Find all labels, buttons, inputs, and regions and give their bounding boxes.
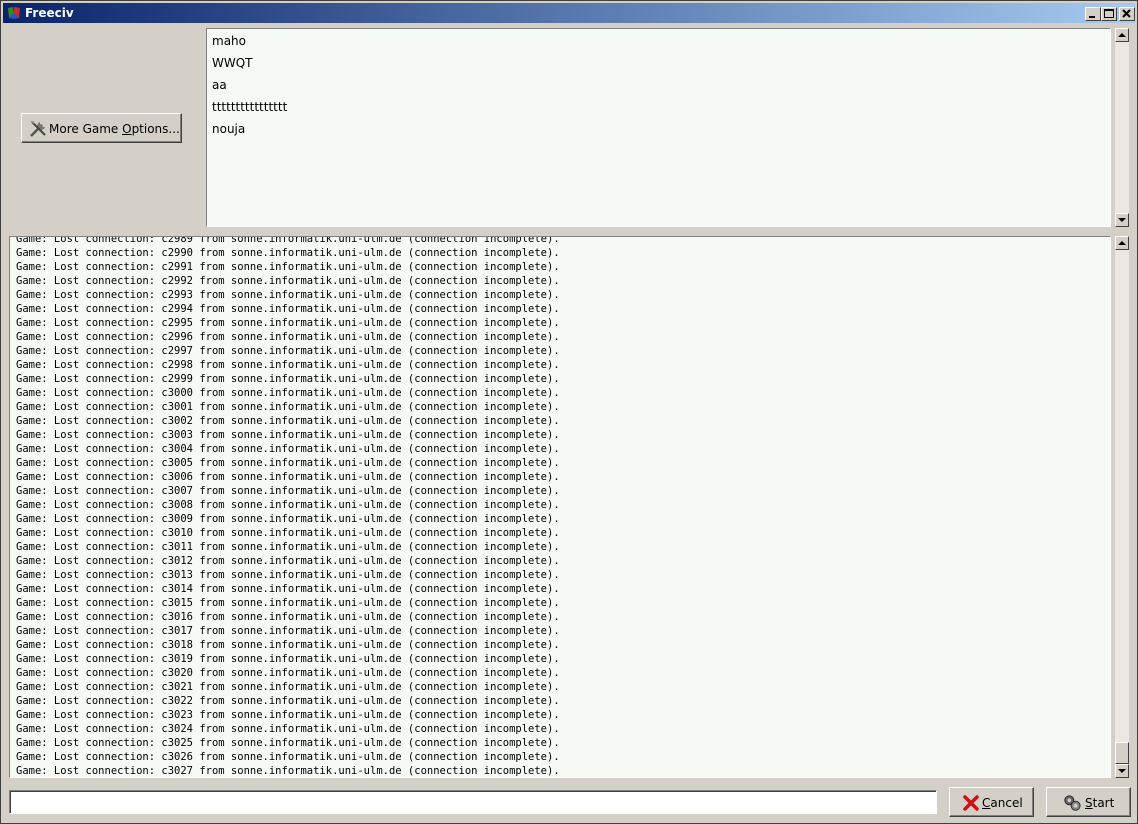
log-line: Game: Lost connection: c3003 from sonne.… [16, 429, 560, 441]
log-line: Game: Lost connection: c3001 from sonne.… [16, 401, 560, 413]
window-title: Freeciv [25, 6, 74, 20]
log-line: Game: Lost connection: c3002 from sonne.… [16, 415, 560, 427]
chat-log-lines: Game: Lost connection: c2989 from sonne.… [16, 236, 560, 777]
log-line: Game: Lost connection: c3016 from sonne.… [16, 611, 560, 623]
log-line: Game: Lost connection: c3022 from sonne.… [16, 695, 560, 707]
log-line: Game: Lost connection: c2997 from sonne.… [16, 345, 560, 357]
log-line: Game: Lost connection: c3014 from sonne.… [16, 583, 560, 595]
more-game-options-button[interactable]: More Game Options... [21, 113, 182, 143]
tools-icon [30, 121, 46, 137]
log-line: Game: Lost connection: c3027 from sonne.… [16, 765, 560, 777]
maximize-icon[interactable] [1101, 7, 1117, 21]
player-list[interactable]: maho WWQT aa tttttttttttttttt nouja [206, 28, 1111, 227]
log-line: Game: Lost connection: c3017 from sonne.… [16, 625, 560, 637]
scroll-down-icon[interactable] [1115, 213, 1129, 227]
player-list-scrollbar[interactable] [1115, 28, 1129, 227]
more-game-options-label: More Game Options... [49, 122, 180, 136]
log-line: Game: Lost connection: c3020 from sonne.… [16, 667, 560, 679]
log-line: Game: Lost connection: c2990 from sonne.… [16, 247, 560, 259]
log-line: Game: Lost connection: c2996 from sonne.… [16, 331, 560, 343]
chat-log[interactable]: Game: Lost connection: c2989 from sonne.… [9, 236, 1111, 778]
player-item[interactable]: tttttttttttttttt [212, 100, 287, 114]
log-line: Game: Lost connection: c3000 from sonne.… [16, 387, 560, 399]
log-line: Game: Lost connection: c3005 from sonne.… [16, 457, 560, 469]
scroll-thumb[interactable] [1115, 742, 1129, 764]
log-line: Game: Lost connection: c3007 from sonne.… [16, 485, 560, 497]
log-line: Game: Lost connection: c3006 from sonne.… [16, 471, 560, 483]
minimize-icon[interactable] [1085, 7, 1101, 21]
log-line: Game: Lost connection: c3023 from sonne.… [16, 709, 560, 721]
cancel-button[interactable]: Cancel [949, 787, 1034, 817]
log-line: Game: Lost connection: c2992 from sonne.… [16, 275, 560, 287]
log-line: Game: Lost connection: c3010 from sonne.… [16, 527, 560, 539]
scroll-down-icon[interactable] [1115, 764, 1129, 778]
log-line: Game: Lost connection: c3013 from sonne.… [16, 569, 560, 581]
log-line: Game: Lost connection: c2995 from sonne.… [16, 317, 560, 329]
player-item[interactable]: WWQT [212, 56, 253, 70]
log-line: Game: Lost connection: c2999 from sonne.… [16, 373, 560, 385]
scroll-up-icon[interactable] [1115, 236, 1129, 250]
log-line: Game: Lost connection: c2994 from sonne.… [16, 303, 560, 315]
chat-log-scrollbar[interactable] [1115, 236, 1129, 778]
log-line: Game: Lost connection: c3024 from sonne.… [16, 723, 560, 735]
start-button[interactable]: Start [1046, 787, 1131, 817]
log-line: Game: Lost connection: c2989 from sonne.… [16, 236, 560, 245]
command-input[interactable] [13, 794, 931, 810]
log-line: Game: Lost connection: c2998 from sonne.… [16, 359, 560, 371]
log-line: Game: Lost connection: c3021 from sonne.… [16, 681, 560, 693]
log-line: Game: Lost connection: c3019 from sonne.… [16, 653, 560, 665]
log-line: Game: Lost connection: c3004 from sonne.… [16, 443, 560, 455]
scroll-up-icon[interactable] [1115, 28, 1129, 42]
start-label: Start [1085, 796, 1115, 810]
log-line: Game: Lost connection: c3011 from sonne.… [16, 541, 560, 553]
freeciv-app-icon [8, 7, 20, 19]
command-input-frame[interactable] [9, 790, 937, 814]
log-line: Game: Lost connection: c3008 from sonne.… [16, 499, 560, 511]
red-x-icon [963, 795, 979, 811]
cancel-label: Cancel [982, 796, 1023, 810]
log-line: Game: Lost connection: c3015 from sonne.… [16, 597, 560, 609]
player-item[interactable]: maho [212, 34, 246, 48]
log-line: Game: Lost connection: c3018 from sonne.… [16, 639, 560, 651]
freeciv-window: Freeciv More Game Options... maho WWQT a… [0, 0, 1138, 824]
player-item[interactable]: nouja [212, 122, 245, 136]
log-line: Game: Lost connection: c3009 from sonne.… [16, 513, 560, 525]
log-line: Game: Lost connection: c2993 from sonne.… [16, 289, 560, 301]
title-bar[interactable]: Freeciv [3, 3, 1135, 23]
log-line: Game: Lost connection: c3026 from sonne.… [16, 751, 560, 763]
player-item[interactable]: aa [212, 78, 227, 92]
log-line: Game: Lost connection: c3012 from sonne.… [16, 555, 560, 567]
close-icon[interactable] [1119, 7, 1135, 21]
log-line: Game: Lost connection: c3025 from sonne.… [16, 737, 560, 749]
gears-icon [1064, 795, 1081, 811]
log-line: Game: Lost connection: c2991 from sonne.… [16, 261, 560, 273]
